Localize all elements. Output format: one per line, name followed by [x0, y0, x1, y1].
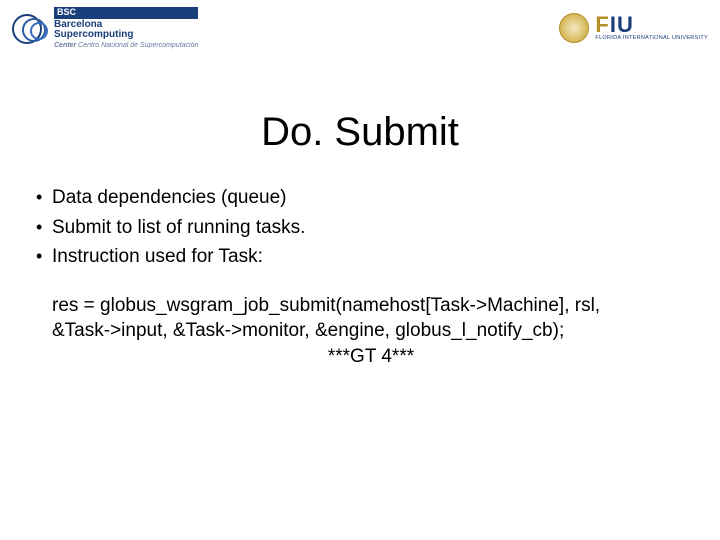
bsc-logo: BSC Barcelona Supercomputing Center Cent… — [12, 7, 198, 49]
fiu-logo: FIU FLORIDA INTERNATIONAL UNIVERSITY — [559, 13, 708, 43]
bsc-subtitle: Center Centro Nacional de Supercomputaci… — [54, 42, 198, 49]
bsc-rings-icon — [12, 12, 48, 44]
bullet-item: Instruction used for Task: — [30, 244, 690, 270]
slide-content: Data dependencies (queue) Submit to list… — [30, 185, 690, 370]
header: BSC Barcelona Supercomputing Center Cent… — [0, 6, 720, 50]
bsc-abbr: BSC — [54, 7, 198, 18]
code-gt4: ***GT 4*** — [52, 345, 690, 370]
fiu-seal-icon — [559, 13, 589, 43]
fiu-abbr: FIU — [595, 14, 633, 36]
bsc-logo-text: BSC Barcelona Supercomputing Center Cent… — [54, 7, 198, 49]
fiu-full-name: FLORIDA INTERNATIONAL UNIVERSITY — [595, 36, 708, 42]
bullet-item: Data dependencies (queue) — [30, 185, 690, 211]
code-line-2: &Task->input, &Task->monitor, &engine, g… — [52, 319, 690, 344]
bullet-list: Data dependencies (queue) Submit to list… — [30, 185, 690, 270]
bullet-item: Submit to list of running tasks. — [30, 215, 690, 241]
fiu-logo-text: FIU FLORIDA INTERNATIONAL UNIVERSITY — [595, 14, 708, 42]
code-block: res = globus_wsgram_job_submit(namehost[… — [52, 294, 690, 370]
bsc-line-supercomputing: Supercomputing — [54, 30, 198, 41]
code-line-1: res = globus_wsgram_job_submit(namehost[… — [52, 294, 690, 319]
slide: BSC Barcelona Supercomputing Center Cent… — [0, 0, 720, 540]
slide-title: Do. Submit — [0, 110, 720, 155]
